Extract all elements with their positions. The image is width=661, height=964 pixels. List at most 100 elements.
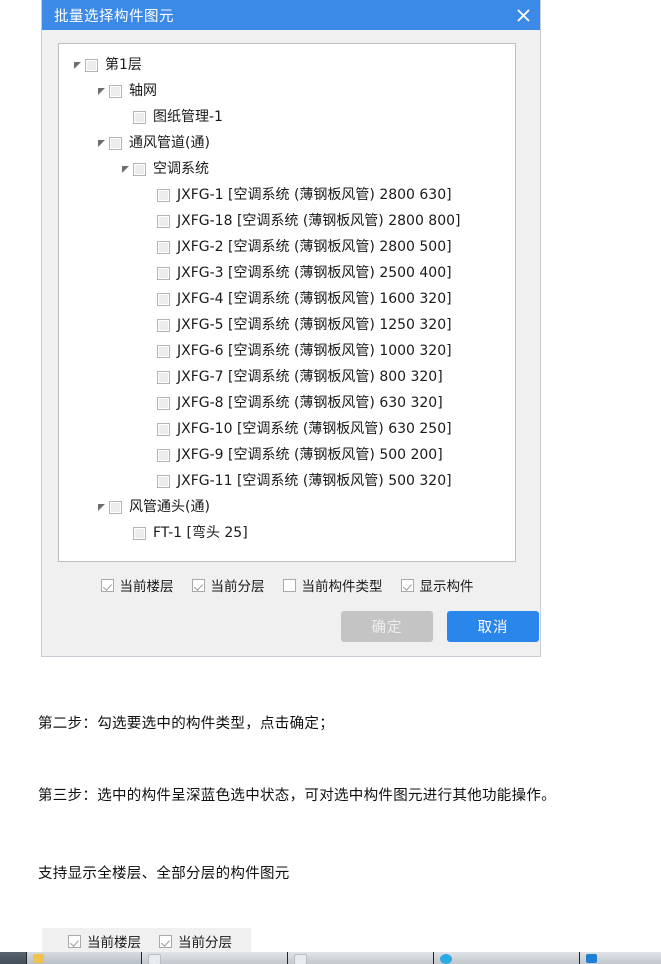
dialog-titlebar: 批量选择构件图元 (42, 0, 540, 30)
option-checkbox-item[interactable]: 显示构件 (400, 575, 474, 595)
tree-node-label: JXFG-18 [空调系统 (薄钢板风管) 2800 800] (177, 212, 461, 229)
tree-node-checkbox[interactable] (157, 188, 170, 202)
option-checkbox-item[interactable]: 当前楼层 (100, 575, 174, 595)
option-checkbox-item[interactable]: 当前楼层 (68, 931, 141, 951)
app-icon (440, 954, 452, 964)
tree-node-label: JXFG-7 [空调系统 (薄钢板风管) 800 320] (177, 368, 443, 385)
expand-triangle-icon[interactable] (93, 83, 109, 99)
tree-node-checkbox[interactable] (109, 84, 122, 98)
option-label: 当前构件类型 (301, 579, 383, 595)
tree-node-label: JXFG-5 [空调系统 (薄钢板风管) 1250 320] (177, 316, 452, 333)
tree-node-label: JXFG-6 [空调系统 (薄钢板风管) 1000 320] (177, 342, 452, 359)
tree-node[interactable]: FT-1 [弯头 25] (59, 520, 515, 546)
tree-node[interactable]: JXFG-18 [空调系统 (薄钢板风管) 2800 800] (59, 208, 515, 234)
tree-node[interactable]: JXFG-4 [空调系统 (薄钢板风管) 1600 320] (59, 286, 515, 312)
tree-node-checkbox[interactable] (157, 214, 170, 228)
tree-node-label: JXFG-10 [空调系统 (薄钢板风管) 630 250] (177, 420, 452, 437)
option-checkbox[interactable] (191, 578, 205, 592)
tree-node[interactable]: 第1层 (59, 52, 515, 78)
tree-node-checkbox[interactable] (157, 448, 170, 462)
options-row: 当前楼层 当前分层 当前构件类型 显示构件 (58, 575, 516, 595)
tree-node[interactable]: JXFG-8 [空调系统 (薄钢板风管) 630 320] (59, 390, 515, 416)
tree-node[interactable]: 空调系统 (59, 156, 515, 182)
tree-node[interactable]: JXFG-9 [空调系统 (薄钢板风管) 500 200] (59, 442, 515, 468)
tree-node-checkbox[interactable] (133, 162, 146, 176)
dialog-title: 批量选择构件图元 (54, 8, 174, 25)
tree-node-checkbox[interactable] (133, 110, 146, 124)
tree-node[interactable]: JXFG-3 [空调系统 (薄钢板风管) 2500 400] (59, 260, 515, 286)
tree-node[interactable]: JXFG-6 [空调系统 (薄钢板风管) 1000 320] (59, 338, 515, 364)
option-checkbox[interactable] (100, 578, 114, 592)
tree-node-checkbox[interactable] (157, 396, 170, 410)
step-three-text: 第三步：选中的构件呈深蓝色选中状态，可对选中构件图元进行其他功能操作。 (38, 788, 556, 804)
tree-node[interactable]: JXFG-10 [空调系统 (薄钢板风管) 630 250] (59, 416, 515, 442)
taskbar-item-5[interactable] (580, 952, 661, 964)
expand-triangle-icon[interactable] (117, 161, 133, 177)
option-checkbox-item[interactable]: 当前分层 (159, 931, 232, 951)
close-icon[interactable] (506, 0, 540, 30)
tree-node-label: JXFG-3 [空调系统 (薄钢板风管) 2500 400] (177, 264, 452, 281)
tree-list: 第1层轴网图纸管理-1 通风管道(通) 空调系统 JXFG-1 [空调系统 (薄钢板风… (59, 44, 515, 546)
tree-node-label: JXFG-4 [空调系统 (薄钢板风管) 1600 320] (177, 290, 452, 307)
tree-node-checkbox[interactable] (133, 526, 146, 540)
expand-triangle-icon[interactable] (93, 499, 109, 515)
tree-node-label: 通风管道(通) (129, 134, 210, 151)
tree-node-label: 风管通头(通) (129, 498, 210, 515)
option-checkbox[interactable] (68, 934, 81, 948)
confirm-button[interactable]: 确定 (341, 611, 433, 642)
tree-node-checkbox[interactable] (157, 474, 170, 488)
tree-node-checkbox[interactable] (157, 344, 170, 358)
tree-node-checkbox[interactable] (157, 370, 170, 384)
tree-node-label: 图纸管理-1 (153, 108, 223, 125)
expand-triangle-icon[interactable] (69, 57, 85, 73)
tree-node-checkbox[interactable] (157, 240, 170, 254)
option-checkbox[interactable] (282, 578, 296, 592)
tree-node-checkbox[interactable] (157, 266, 170, 280)
tree-node[interactable]: 通风管道(通) (59, 130, 515, 156)
taskbar-start-tile[interactable] (0, 952, 27, 964)
tree-node-label: 轴网 (129, 82, 157, 99)
step-two-text: 第二步：勾选要选中的构件类型，点击确定； (38, 716, 334, 732)
taskbar-item-1[interactable] (27, 952, 142, 964)
batch-select-dialog: 批量选择构件图元 第1层轴网图纸管理-1 通风管道(通) 空调系统 JXFG-1 [空… (41, 0, 541, 657)
tree-node[interactable]: JXFG-7 [空调系统 (薄钢板风管) 800 320] (59, 364, 515, 390)
tree-node[interactable]: JXFG-2 [空调系统 (薄钢板风管) 2800 500] (59, 234, 515, 260)
tree-node[interactable]: 图纸管理-1 (59, 104, 515, 130)
tree-node[interactable]: JXFG-1 [空调系统 (薄钢板风管) 2800 630] (59, 182, 515, 208)
tree-node-label: JXFG-9 [空调系统 (薄钢板风管) 500 200] (177, 446, 443, 463)
tree-node[interactable]: JXFG-5 [空调系统 (薄钢板风管) 1250 320] (59, 312, 515, 338)
taskbar-item-2[interactable] (142, 952, 288, 964)
tree-node-checkbox[interactable] (109, 500, 122, 514)
app-icon (586, 954, 597, 963)
tree-node-label: JXFG-8 [空调系统 (薄钢板风管) 630 320] (177, 394, 443, 411)
tree-node-checkbox[interactable] (109, 136, 122, 150)
cancel-button[interactable]: 取消 (447, 611, 539, 642)
dialog-button-row: 确定 取消 (58, 611, 539, 642)
tree-node-checkbox[interactable] (157, 422, 170, 436)
component-tree-panel[interactable]: 第1层轴网图纸管理-1 通风管道(通) 空调系统 JXFG-1 [空调系统 (薄钢板风… (58, 43, 516, 562)
taskbar-item-3[interactable] (288, 952, 434, 964)
tree-node-label: JXFG-2 [空调系统 (薄钢板风管) 2800 500] (177, 238, 452, 255)
tree-node-checkbox[interactable] (85, 58, 98, 72)
tree-node[interactable]: JXFG-11 [空调系统 (薄钢板风管) 500 320] (59, 468, 515, 494)
support-note-text: 支持显示全楼层、全部分层的构件图元 (38, 866, 290, 882)
tree-node-checkbox[interactable] (157, 318, 170, 332)
option-checkbox-item[interactable]: 当前分层 (191, 575, 265, 595)
option-checkbox-item[interactable]: 当前构件类型 (282, 575, 383, 595)
option-checkbox[interactable] (400, 578, 414, 592)
option-checkbox[interactable] (159, 934, 172, 948)
tree-node-label: 第1层 (105, 56, 142, 73)
tree-node[interactable]: 风管通头(通) (59, 494, 515, 520)
taskbar-item-4[interactable] (434, 952, 580, 964)
expand-triangle-icon[interactable] (93, 135, 109, 151)
cropped-options-panel: 当前楼层 当前分层 (42, 928, 251, 954)
tree-node-checkbox[interactable] (157, 292, 170, 306)
tree-node[interactable]: 轴网 (59, 78, 515, 104)
